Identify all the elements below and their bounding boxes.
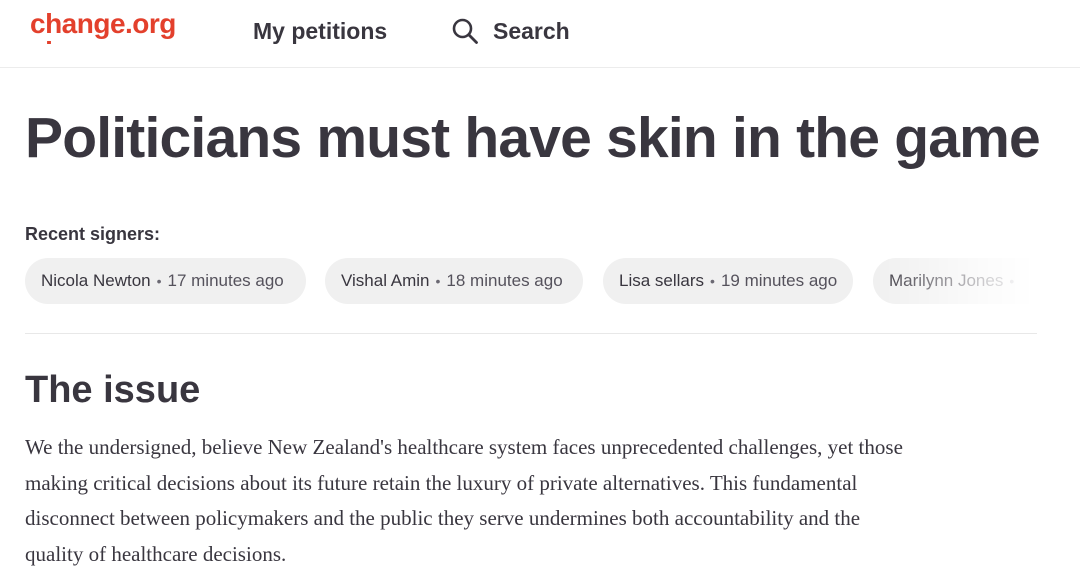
search-label: Search [493, 18, 570, 44]
issue-heading: The issue [25, 369, 201, 411]
signer-chip[interactable]: Vishal Amin • 18 minutes ago [325, 258, 583, 304]
signer-time: 18 minutes ago [446, 271, 563, 290]
petition-title: Politicians must have skin in the game [25, 106, 1041, 170]
signer-name: Marilynn Jones [889, 271, 1004, 290]
signer-chip[interactable]: Lisa sellars • 19 minutes ago [603, 258, 853, 304]
recent-signers-list: Nicola Newton • 17 minutes ago Vishal Am… [25, 258, 1080, 304]
search-link[interactable]: Search [451, 15, 570, 47]
issue-text-line: disconnect between policymakers and the … [25, 506, 861, 530]
signer-name: Vishal Amin [341, 271, 430, 290]
signer-chip[interactable]: Nicola Newton • 17 minutes ago [25, 258, 306, 304]
section-divider [25, 333, 1037, 334]
separator-dot: • [435, 273, 441, 289]
logo-text-shadow: change.org [30, 36, 176, 44]
issue-text-line: making critical decisions about its futu… [25, 470, 858, 495]
change-org-logo[interactable]: change.org change.org [30, 8, 186, 50]
logo-text: change.org [30, 8, 176, 39]
issue-text-line: quality of healthcare decisions. [25, 541, 287, 566]
signer-name: Lisa sellars [619, 271, 705, 290]
separator-dot: • [1009, 273, 1015, 289]
issue-text-line: We the undersigned, believe New Zealand'… [25, 435, 903, 459]
signer-time: 17 minutes ago [167, 271, 284, 290]
signer-time: 19 minutes ago [720, 271, 838, 290]
recent-signers-label: Recent signers: [25, 224, 161, 244]
my-petitions-link[interactable]: My petitions [253, 15, 387, 47]
signer-chip[interactable]: Marilynn Jones • [873, 258, 1080, 304]
issue-body: We the undersigned, believe New Zealand'… [25, 430, 1065, 572]
search-icon [451, 17, 479, 45]
signer-name: Nicola Newton [41, 271, 151, 290]
top-navigation-bar: change.org change.org My petitions Searc… [0, 0, 1080, 68]
separator-dot: • [710, 273, 715, 289]
separator-dot: • [156, 273, 162, 289]
